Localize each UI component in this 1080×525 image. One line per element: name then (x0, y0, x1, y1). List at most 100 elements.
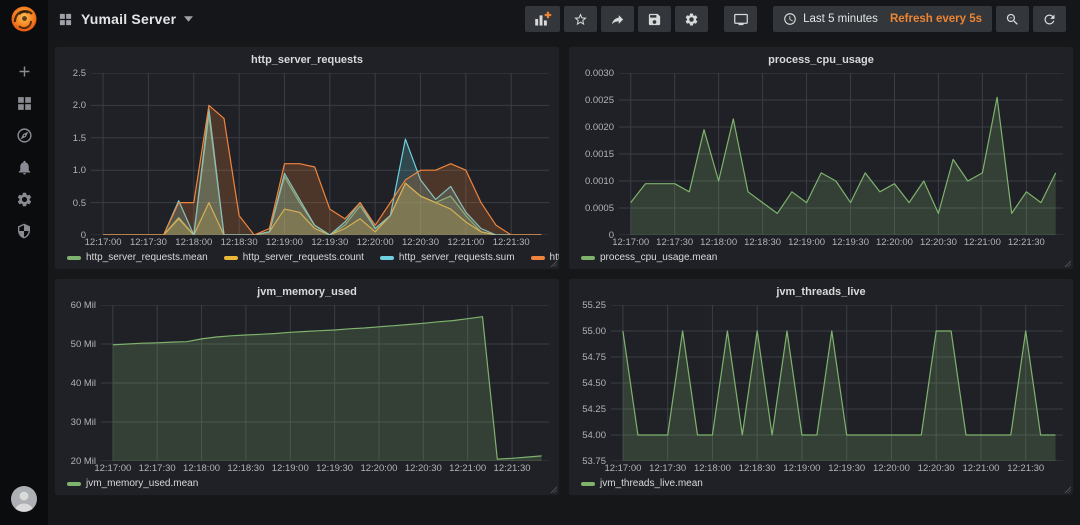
x-tick-label: 12:17:30 (138, 463, 176, 474)
zoom-out-icon (1006, 13, 1018, 25)
legend-series-swatch (223, 255, 238, 260)
chart-plot-area[interactable] (611, 305, 1063, 461)
save-button[interactable] (638, 6, 672, 32)
time-range-button[interactable]: Last 5 minutes Refresh every 5s (773, 6, 992, 32)
y-tick-label: 30 Mil (70, 417, 96, 428)
panel-jvm-memory-used: jvm_memory_used 20 Mil 30 Mil 40 Mil 50 Mil… (54, 278, 560, 496)
x-tick-label: 12:21:00 (963, 237, 1001, 248)
star-button[interactable] (564, 6, 598, 32)
panel-http-server-requests: http_server_requests 0 0.5 1.0 1.5 2.0 2.5 12… (54, 46, 560, 270)
x-tick-label: 12:21:30 (1007, 463, 1045, 474)
legend-item[interactable]: http_server_requests.count (223, 252, 364, 263)
x-tick-label: 12:18:00 (700, 237, 738, 248)
refresh-button[interactable] (1033, 6, 1066, 32)
y-tick-label: 0.0025 (584, 95, 614, 106)
sidebar (0, 0, 48, 525)
legend-item[interactable]: process_cpu_usage.mean (581, 252, 717, 263)
chart-plot-area[interactable] (91, 73, 549, 235)
star-icon (574, 12, 587, 25)
x-tick-label: 12:21:30 (492, 237, 530, 248)
y-tick-label: 0.0030 (584, 68, 614, 79)
legend-item[interactable]: http_server_requests.sum (379, 252, 515, 263)
x-tick-label: 12:21:30 (493, 463, 531, 474)
save-icon (649, 13, 661, 25)
grafana-logo-icon (11, 6, 37, 32)
chart-plot-area[interactable] (101, 305, 549, 461)
x-tick-label: 12:19:30 (311, 237, 349, 248)
x-tick-label: 12:17:30 (649, 463, 687, 474)
tv-icon (733, 13, 748, 25)
x-tick-label: 12:18:00 (175, 237, 213, 248)
y-tick-label: 0.0015 (584, 149, 614, 160)
chevron-down-icon (184, 16, 194, 22)
x-tick-label: 12:20:00 (356, 237, 394, 248)
y-tick-label: 54.75 (582, 352, 606, 363)
add-panel-button[interactable] (525, 6, 561, 32)
legend-series-swatch (67, 481, 81, 486)
x-tick-label: 12:17:30 (129, 237, 167, 248)
panel-resize-handle[interactable] (550, 486, 557, 493)
panel-title[interactable]: http_server_requests (55, 50, 559, 71)
legend-series-swatch (581, 255, 595, 260)
x-tick-label: 12:20:00 (875, 237, 913, 248)
add-panel-icon (535, 11, 552, 26)
navbar: Yumail Server Last 5 minutes Refresh eve… (48, 0, 1080, 38)
legend-series-swatch (379, 255, 394, 260)
x-tick-label: 12:17:00 (84, 237, 122, 248)
refresh-interval-label: Refresh every 5s (889, 13, 982, 25)
user-avatar[interactable] (7, 485, 41, 513)
zoom-out-button[interactable] (996, 6, 1029, 32)
cycle-view-button[interactable] (724, 6, 758, 32)
x-axis: 12:17:00 12:17:30 12:18:00 12:18:30 12:19:00… (612, 235, 1063, 249)
y-tick-label: 54.50 (582, 378, 606, 389)
legend-series-name: jvm_memory_used.mean (86, 478, 199, 489)
x-tick-label: 12:20:00 (872, 463, 910, 474)
legend-item[interactable]: jvm_memory_used.mean (67, 478, 198, 489)
time-range-label: Last 5 minutes (803, 13, 878, 25)
panel-resize-handle[interactable] (1064, 260, 1071, 267)
compass-icon (16, 127, 32, 143)
legend-item[interactable]: jvm_threads_live.mean (581, 478, 703, 489)
sidebar-item-configuration[interactable] (7, 190, 41, 208)
panel-title[interactable]: jvm_threads_live (569, 282, 1073, 303)
gear-icon (685, 12, 698, 25)
x-tick-label: 12:20:00 (360, 463, 398, 474)
y-tick-label: 0.0010 (584, 176, 614, 187)
legend-item[interactable]: http_server_requests.mean (67, 252, 208, 263)
share-button[interactable] (601, 6, 635, 32)
plus-icon (19, 66, 29, 76)
x-tick-label: 12:19:00 (788, 237, 826, 248)
legend-series-name: process_cpu_usage.mean (600, 252, 718, 263)
panel-resize-handle[interactable] (550, 260, 557, 267)
bell-icon (18, 160, 30, 175)
y-tick-label: 0.0005 (584, 203, 614, 214)
x-tick-label: 12:21:00 (962, 463, 1000, 474)
sidebar-item-server-admin[interactable] (7, 222, 41, 240)
x-tick-label: 12:18:00 (183, 463, 221, 474)
panel-resize-handle[interactable] (1064, 486, 1071, 493)
user-avatar-icon (11, 486, 37, 512)
dashboard-grid: http_server_requests 0 0.5 1.0 1.5 2.0 2.5 12… (48, 38, 1080, 525)
sidebar-item-explore[interactable] (7, 126, 41, 144)
chart-plot-area[interactable] (619, 73, 1063, 235)
panel-process-cpu-usage: process_cpu_usage 0 0.0005 0.0010 0.0015 0.0… (568, 46, 1074, 270)
y-tick-label: 2.5 (72, 68, 86, 79)
x-axis: 12:17:00 12:17:30 12:18:00 12:18:30 12:19:00… (604, 461, 1063, 475)
panel-title[interactable]: jvm_memory_used (55, 282, 559, 303)
x-tick-label: 12:19:30 (316, 463, 354, 474)
refresh-icon (1044, 14, 1055, 24)
y-tick-label: 2.0 (72, 100, 86, 112)
grafana-logo[interactable] (0, 0, 48, 38)
y-tick-label: 1.0 (72, 165, 86, 177)
sidebar-item-create[interactable] (7, 62, 41, 80)
x-tick-label: 12:18:30 (738, 463, 776, 474)
dashboard-picker[interactable]: Yumail Server (58, 11, 194, 27)
x-tick-label: 12:18:30 (227, 463, 265, 474)
dashboard-settings-button[interactable] (675, 6, 709, 32)
x-axis: 12:17:00 12:17:30 12:18:00 12:18:30 12:19:00… (85, 235, 549, 249)
sidebar-item-dashboards[interactable] (7, 94, 41, 112)
panel-title[interactable]: process_cpu_usage (569, 50, 1073, 71)
sidebar-item-alerting[interactable] (7, 158, 41, 176)
x-tick-label: 12:17:00 (604, 463, 642, 474)
y-tick-label: 0.5 (72, 197, 86, 209)
